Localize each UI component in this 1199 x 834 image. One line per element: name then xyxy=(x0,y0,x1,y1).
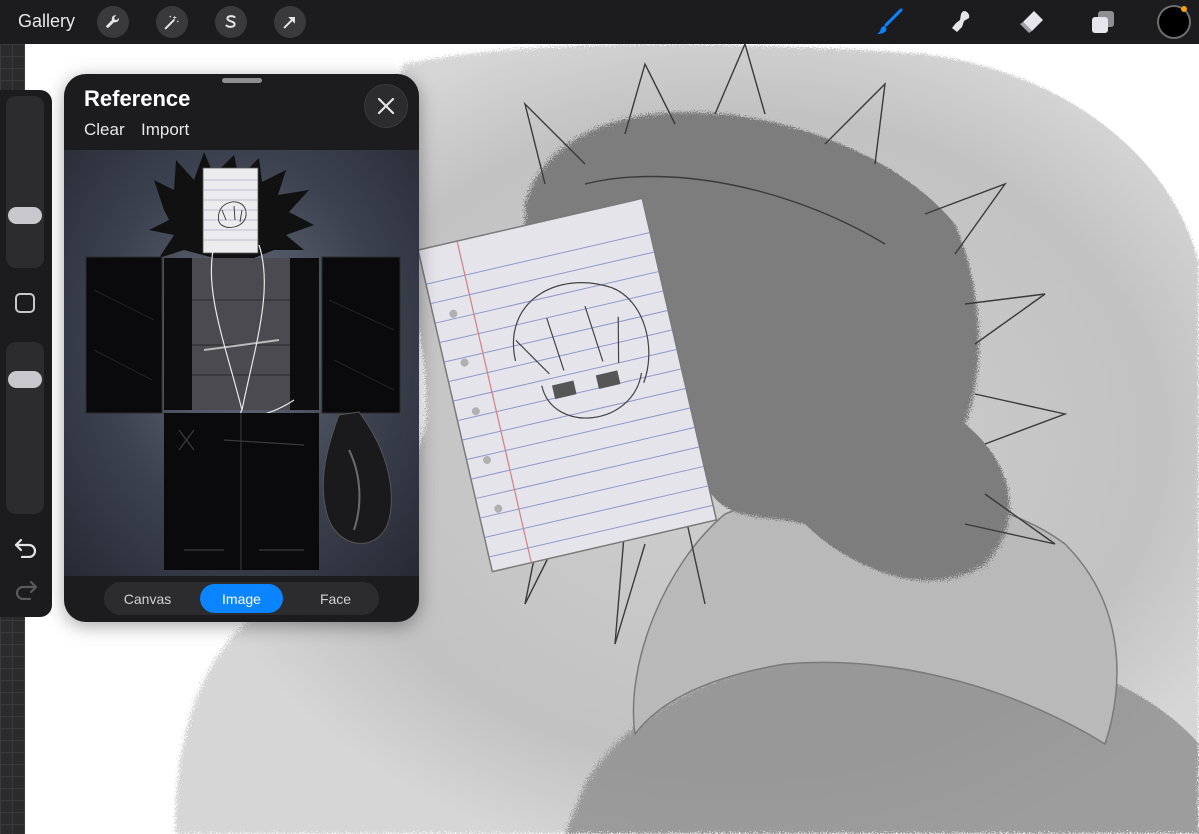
avatar-shirt xyxy=(192,258,290,410)
tab-image[interactable]: Image xyxy=(200,584,283,613)
redo-icon[interactable] xyxy=(13,578,39,600)
transform-arrow-icon[interactable] xyxy=(274,6,306,38)
close-button[interactable] xyxy=(364,84,408,128)
selection-icon[interactable] xyxy=(215,6,247,38)
undo-icon[interactable] xyxy=(13,536,39,558)
panel-grabber[interactable] xyxy=(222,78,262,83)
avatar-right-arm xyxy=(321,256,401,414)
roblox-avatar-image xyxy=(85,152,401,570)
opacity-thumb[interactable] xyxy=(8,371,42,388)
smudge-icon[interactable] xyxy=(945,7,975,37)
square-icon[interactable] xyxy=(15,293,35,313)
avatar-left-arm xyxy=(85,256,163,414)
clear-button[interactable]: Clear xyxy=(84,120,125,140)
reference-image[interactable] xyxy=(64,150,419,576)
opacity-slider[interactable] xyxy=(6,342,44,514)
import-button[interactable]: Import xyxy=(141,120,189,140)
brush-size-slider[interactable] xyxy=(6,96,44,268)
eraser-icon[interactable] xyxy=(1016,7,1046,37)
wrench-icon[interactable] xyxy=(97,6,129,38)
brush-icon[interactable] xyxy=(874,7,904,37)
reference-panel: Reference Clear Import Canvas Image Face xyxy=(64,74,419,622)
top-toolbar: Gallery xyxy=(0,0,1199,44)
tab-canvas[interactable]: Canvas xyxy=(104,584,191,613)
reference-mode-tabs: Canvas Image Face xyxy=(104,582,379,615)
gallery-button[interactable]: Gallery xyxy=(18,11,75,32)
brush-size-thumb[interactable] xyxy=(8,207,42,224)
left-sidebar xyxy=(0,90,52,617)
tab-face[interactable]: Face xyxy=(292,584,379,613)
close-icon xyxy=(377,97,395,115)
magic-wand-icon[interactable] xyxy=(156,6,188,38)
reference-title: Reference xyxy=(84,86,191,111)
color-indicator-dot xyxy=(1181,6,1187,12)
layers-icon[interactable] xyxy=(1088,7,1118,37)
